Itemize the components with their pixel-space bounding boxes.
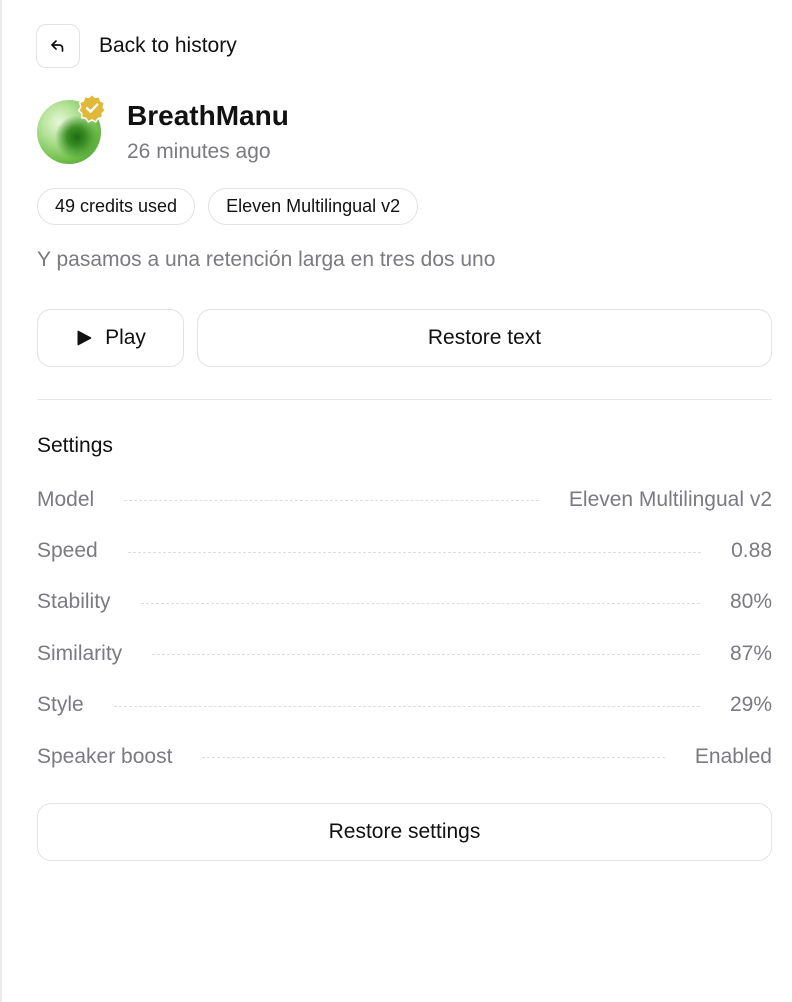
setting-label: Model: [37, 487, 95, 511]
restore-settings-button[interactable]: Restore settings: [37, 803, 772, 861]
setting-value: Eleven Multilingual v2: [568, 487, 772, 511]
setting-value: 0.88: [731, 539, 772, 563]
voice-info: BreathManu 26 minutes ago: [37, 93, 289, 164]
setting-row-similarity: Similarity 87%: [37, 628, 772, 679]
setting-leader: [127, 551, 702, 553]
setting-leader: [202, 757, 665, 759]
setting-row-speed: Speed 0.88: [37, 525, 772, 576]
settings-list: Model Eleven Multilingual v2 Speed 0.88 …: [37, 474, 772, 782]
history-detail-panel: Back to history BreathManu 26 minutes ag…: [0, 0, 790, 1002]
setting-row-stability: Stability 80%: [37, 577, 772, 628]
settings-heading: Settings: [37, 434, 113, 457]
section-divider: [37, 399, 772, 400]
setting-label: Similarity: [37, 641, 123, 665]
setting-label: Speed: [37, 539, 98, 563]
back-arrow-icon: [51, 40, 64, 52]
setting-value: 29%: [729, 693, 772, 717]
restore-settings-label: Restore settings: [328, 820, 481, 843]
play-label: Play: [105, 326, 146, 349]
setting-leader: [140, 602, 700, 604]
voice-text: BreathManu 26 minutes ago: [127, 100, 289, 164]
avatar: [37, 93, 107, 164]
voice-timestamp: 26 minutes ago: [127, 140, 271, 163]
setting-label: Speaker boost: [37, 744, 173, 768]
verified-badge-icon: [77, 93, 107, 123]
setting-value: 80%: [729, 590, 772, 614]
setting-row-speaker-boost: Speaker boost Enabled: [37, 731, 772, 782]
setting-value: Enabled: [694, 744, 772, 768]
voice-name: BreathManu: [127, 100, 289, 131]
model-chip: Eleven Multilingual v2: [208, 188, 419, 225]
setting-label: Stability: [37, 590, 111, 614]
setting-leader: [124, 500, 539, 502]
setting-value: 87%: [729, 641, 772, 665]
action-buttons: Play Restore text: [37, 309, 772, 367]
setting-leader: [113, 705, 700, 707]
back-to-history-link[interactable]: Back to history: [99, 34, 237, 58]
credits-used-chip: 49 credits used: [37, 188, 196, 225]
generated-text: Y pasamos a una retención larga en tres …: [37, 248, 496, 271]
play-button[interactable]: Play: [37, 309, 184, 367]
play-icon: [77, 330, 92, 346]
back-row: Back to history: [36, 24, 237, 68]
setting-row-style: Style 29%: [37, 680, 772, 731]
restore-text-button[interactable]: Restore text: [197, 309, 772, 367]
setting-row-model: Model Eleven Multilingual v2: [37, 474, 772, 525]
setting-label: Style: [37, 693, 84, 717]
setting-leader: [152, 654, 700, 656]
restore-text-label: Restore text: [427, 326, 542, 349]
info-chips: 49 credits used Eleven Multilingual v2: [37, 188, 419, 225]
back-button[interactable]: [36, 24, 80, 68]
